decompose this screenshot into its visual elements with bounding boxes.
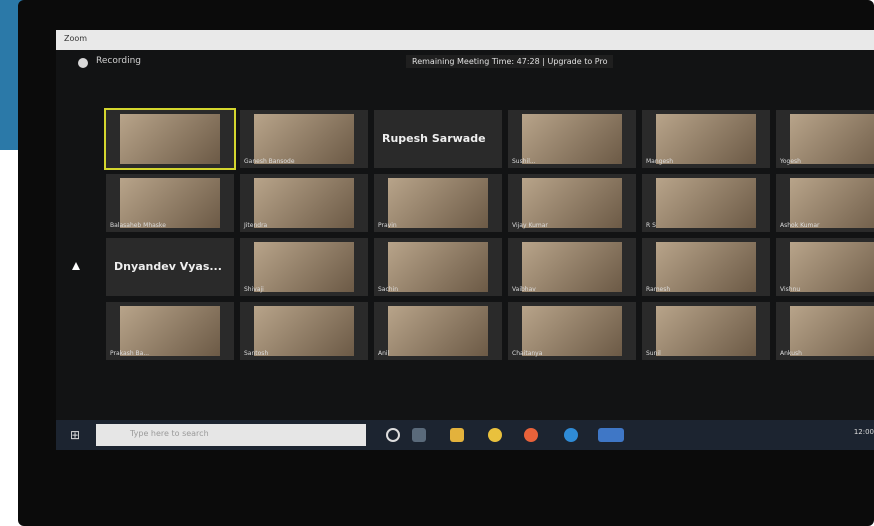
chrome-icon[interactable] bbox=[488, 428, 502, 442]
participant-video bbox=[522, 178, 622, 228]
search-placeholder: Type here to search bbox=[130, 429, 209, 438]
participant-name: Sushil... bbox=[512, 158, 536, 165]
participant-video bbox=[790, 178, 874, 228]
participant-video bbox=[656, 306, 756, 356]
monitor-bezel: Zoom Recording Remaining Meeting Time: 4… bbox=[18, 0, 874, 526]
participant-tile[interactable]: Dnyandev Vyas... bbox=[106, 238, 234, 296]
taskbar-search[interactable]: Type here to search bbox=[96, 424, 366, 446]
participant-name: Chaitanya bbox=[512, 350, 543, 357]
taskbar: ⊞ Type here to search 12:00 bbox=[56, 420, 874, 450]
window-title: Zoom bbox=[64, 34, 88, 43]
file-explorer-icon[interactable] bbox=[450, 428, 464, 442]
windows-start-icon[interactable]: ⊞ bbox=[70, 428, 84, 442]
participant-tile[interactable]: Shivaji bbox=[240, 238, 368, 296]
participant-video bbox=[120, 178, 220, 228]
participant-tile[interactable]: Vaibhav bbox=[508, 238, 636, 296]
participant-tile[interactable]: Santosh bbox=[240, 302, 368, 360]
participant-video bbox=[790, 242, 874, 292]
participant-tile[interactable]: Sunil bbox=[642, 302, 770, 360]
participant-name: Vaibhav bbox=[512, 286, 536, 293]
participant-tile[interactable]: R S bbox=[642, 174, 770, 232]
participant-name: Santosh bbox=[244, 350, 269, 357]
participant-tile[interactable]: Sushil... bbox=[508, 110, 636, 168]
participant-name: Pravin bbox=[378, 222, 397, 229]
participant-video bbox=[254, 306, 354, 356]
participant-display-name: Dnyandev Vyas... bbox=[114, 260, 222, 273]
participant-video bbox=[656, 242, 756, 292]
participant-video bbox=[790, 114, 874, 164]
participant-name: Vishnu bbox=[780, 286, 801, 293]
participant-tile[interactable]: Yogesh bbox=[776, 110, 874, 168]
participant-video bbox=[522, 242, 622, 292]
participant-name: Balasaheb Mhaske bbox=[110, 222, 166, 229]
participant-tile[interactable]: Ankush bbox=[776, 302, 874, 360]
participant-video bbox=[656, 114, 756, 164]
participant-video bbox=[790, 306, 874, 356]
participant-name: Yogesh bbox=[780, 158, 801, 165]
cortana-icon[interactable] bbox=[386, 428, 400, 442]
participant-tile[interactable]: Jitendra bbox=[240, 174, 368, 232]
participant-tile[interactable]: Vishnu bbox=[776, 238, 874, 296]
system-tray-time[interactable]: 12:00 bbox=[854, 428, 874, 436]
participant-video bbox=[388, 178, 488, 228]
record-icon bbox=[78, 58, 88, 68]
participant-video bbox=[388, 306, 488, 356]
participant-display-name: Rupesh Sarwade bbox=[382, 132, 486, 145]
mouse-cursor bbox=[72, 262, 80, 270]
participant-tile[interactable]: Anil bbox=[374, 302, 502, 360]
participant-video bbox=[254, 242, 354, 292]
participant-tile[interactable]: Sachin bbox=[374, 238, 502, 296]
participant-tile[interactable]: Vijay Kumar bbox=[508, 174, 636, 232]
participant-name: Jitendra bbox=[244, 222, 268, 229]
participant-name: Shivaji bbox=[244, 286, 264, 293]
window-titlebar[interactable]: Zoom bbox=[56, 30, 874, 50]
zoom-icon[interactable] bbox=[598, 428, 624, 442]
participant-name: Ramesh bbox=[646, 286, 671, 293]
participant-tile[interactable]: Ganesh Bansode bbox=[240, 110, 368, 168]
participant-video bbox=[120, 306, 220, 356]
participant-name: Vijay Kumar bbox=[512, 222, 548, 229]
participant-video bbox=[388, 242, 488, 292]
participant-video bbox=[522, 306, 622, 356]
participant-tile[interactable]: Ramesh bbox=[642, 238, 770, 296]
participant-tile[interactable]: Balasaheb Mhaske bbox=[106, 174, 234, 232]
participant-name: Ankush bbox=[780, 350, 802, 357]
participant-name: Anil bbox=[378, 350, 390, 357]
participant-tile[interactable]: Rupesh Sarwade bbox=[374, 110, 502, 168]
participant-name: R S bbox=[646, 222, 656, 229]
participant-video bbox=[656, 178, 756, 228]
meeting-toolbar: Recording Remaining Meeting Time: 47:28 … bbox=[56, 52, 874, 76]
participant-name: Prakash Ba... bbox=[110, 350, 150, 357]
task-view-icon[interactable] bbox=[412, 428, 426, 442]
edge-icon[interactable] bbox=[564, 428, 578, 442]
participant-video bbox=[120, 114, 220, 164]
participant-tile[interactable] bbox=[104, 108, 236, 170]
participant-tile[interactable]: Pravin bbox=[374, 174, 502, 232]
participant-video bbox=[522, 114, 622, 164]
participant-video bbox=[254, 114, 354, 164]
participant-video bbox=[254, 178, 354, 228]
participant-name: Ganesh Bansode bbox=[244, 158, 295, 165]
meeting-time[interactable]: Remaining Meeting Time: 47:28 | Upgrade … bbox=[406, 55, 614, 68]
participant-tile[interactable]: Prakash Ba... bbox=[106, 302, 234, 360]
participant-tile[interactable]: Mangesh bbox=[642, 110, 770, 168]
participant-tile[interactable]: Chaitanya bbox=[508, 302, 636, 360]
participant-name: Mangesh bbox=[646, 158, 674, 165]
participant-tile[interactable]: Ashok Kumar bbox=[776, 174, 874, 232]
screen: Zoom Recording Remaining Meeting Time: 4… bbox=[56, 30, 874, 450]
participant-name: Sunil bbox=[646, 350, 661, 357]
participant-name: Sachin bbox=[378, 286, 399, 293]
participant-name: Ashok Kumar bbox=[780, 222, 820, 229]
firefox-icon[interactable] bbox=[524, 428, 538, 442]
recording-label: Recording bbox=[96, 56, 142, 66]
